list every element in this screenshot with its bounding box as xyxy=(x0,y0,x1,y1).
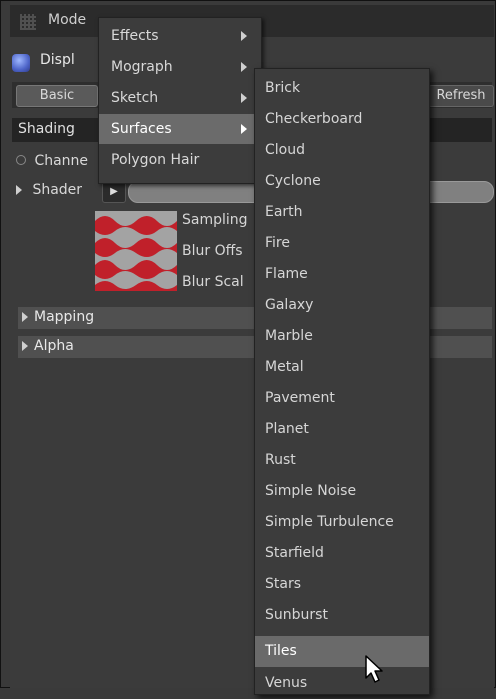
channel-row[interactable]: Channe xyxy=(16,153,88,169)
expand-icon xyxy=(22,341,28,351)
surface-planet[interactable]: Planet xyxy=(255,414,429,445)
surfaces-submenu: Brick Checkerboard Cloud Cyclone Earth F… xyxy=(254,68,430,695)
refresh-button[interactable]: Refresh xyxy=(428,85,494,107)
texture-preview xyxy=(95,211,177,291)
surface-metal[interactable]: Metal xyxy=(255,352,429,383)
surface-venus[interactable]: Venus xyxy=(255,668,429,699)
surface-stars[interactable]: Stars xyxy=(255,569,429,600)
display-label: Displ xyxy=(40,52,75,68)
menu-item-mograph[interactable]: Mograph xyxy=(99,52,261,82)
surface-earth[interactable]: Earth xyxy=(255,197,429,228)
radio-icon[interactable] xyxy=(16,155,26,165)
surface-simple-turbulence[interactable]: Simple Turbulence xyxy=(255,507,429,538)
surface-pavement[interactable]: Pavement xyxy=(255,383,429,414)
shader-row: Shader xyxy=(16,182,82,198)
grip-icon[interactable] xyxy=(20,14,36,30)
menu-item-effects[interactable]: Effects xyxy=(99,21,261,51)
shader-label: Shader xyxy=(32,182,83,198)
wave-pattern-icon xyxy=(95,211,177,291)
surface-flame[interactable]: Flame xyxy=(255,259,429,290)
channel-label: Channe xyxy=(34,153,89,169)
expand-icon[interactable] xyxy=(16,185,22,195)
menu-item-surfaces[interactable]: Surfaces xyxy=(99,114,261,144)
submenu-arrow-icon xyxy=(241,93,247,103)
surface-fire[interactable]: Fire xyxy=(255,228,429,259)
surface-tiles[interactable]: Tiles xyxy=(255,636,429,667)
surface-brick[interactable]: Brick xyxy=(255,73,429,104)
menu-item-sketch[interactable]: Sketch xyxy=(99,83,261,113)
surface-rust[interactable]: Rust xyxy=(255,445,429,476)
surface-checkerboard[interactable]: Checkerboard xyxy=(255,104,429,135)
surface-cloud[interactable]: Cloud xyxy=(255,135,429,166)
param-sampling: Sampling xyxy=(182,212,248,228)
surface-marble[interactable]: Marble xyxy=(255,321,429,352)
submenu-arrow-icon xyxy=(241,62,247,72)
param-blur-offset: Blur Offs xyxy=(182,243,243,259)
alpha-label[interactable]: Alpha xyxy=(22,338,74,354)
param-blur-scale: Blur Scal xyxy=(182,274,244,290)
window-title: Mode xyxy=(48,12,87,28)
material-icon xyxy=(12,54,30,72)
surface-sunburst[interactable]: Sunburst xyxy=(255,600,429,631)
section-title: Shading xyxy=(18,121,75,137)
surface-cyclone[interactable]: Cyclone xyxy=(255,166,429,197)
menu-item-polygon-hair[interactable]: Polygon Hair xyxy=(99,145,261,175)
expand-icon xyxy=(22,312,28,322)
surface-starfield[interactable]: Starfield xyxy=(255,538,429,569)
mouse-cursor-icon xyxy=(365,655,383,683)
surface-galaxy[interactable]: Galaxy xyxy=(255,290,429,321)
submenu-arrow-icon xyxy=(241,124,247,134)
shader-menu-button[interactable]: ▶ xyxy=(102,181,126,203)
mapping-label[interactable]: Mapping xyxy=(22,309,94,325)
tab-basic[interactable]: Basic xyxy=(16,85,98,107)
surface-simple-noise[interactable]: Simple Noise xyxy=(255,476,429,507)
submenu-arrow-icon xyxy=(241,31,247,41)
context-menu: Effects Mograph Sketch Surfaces Polygon … xyxy=(98,17,262,184)
